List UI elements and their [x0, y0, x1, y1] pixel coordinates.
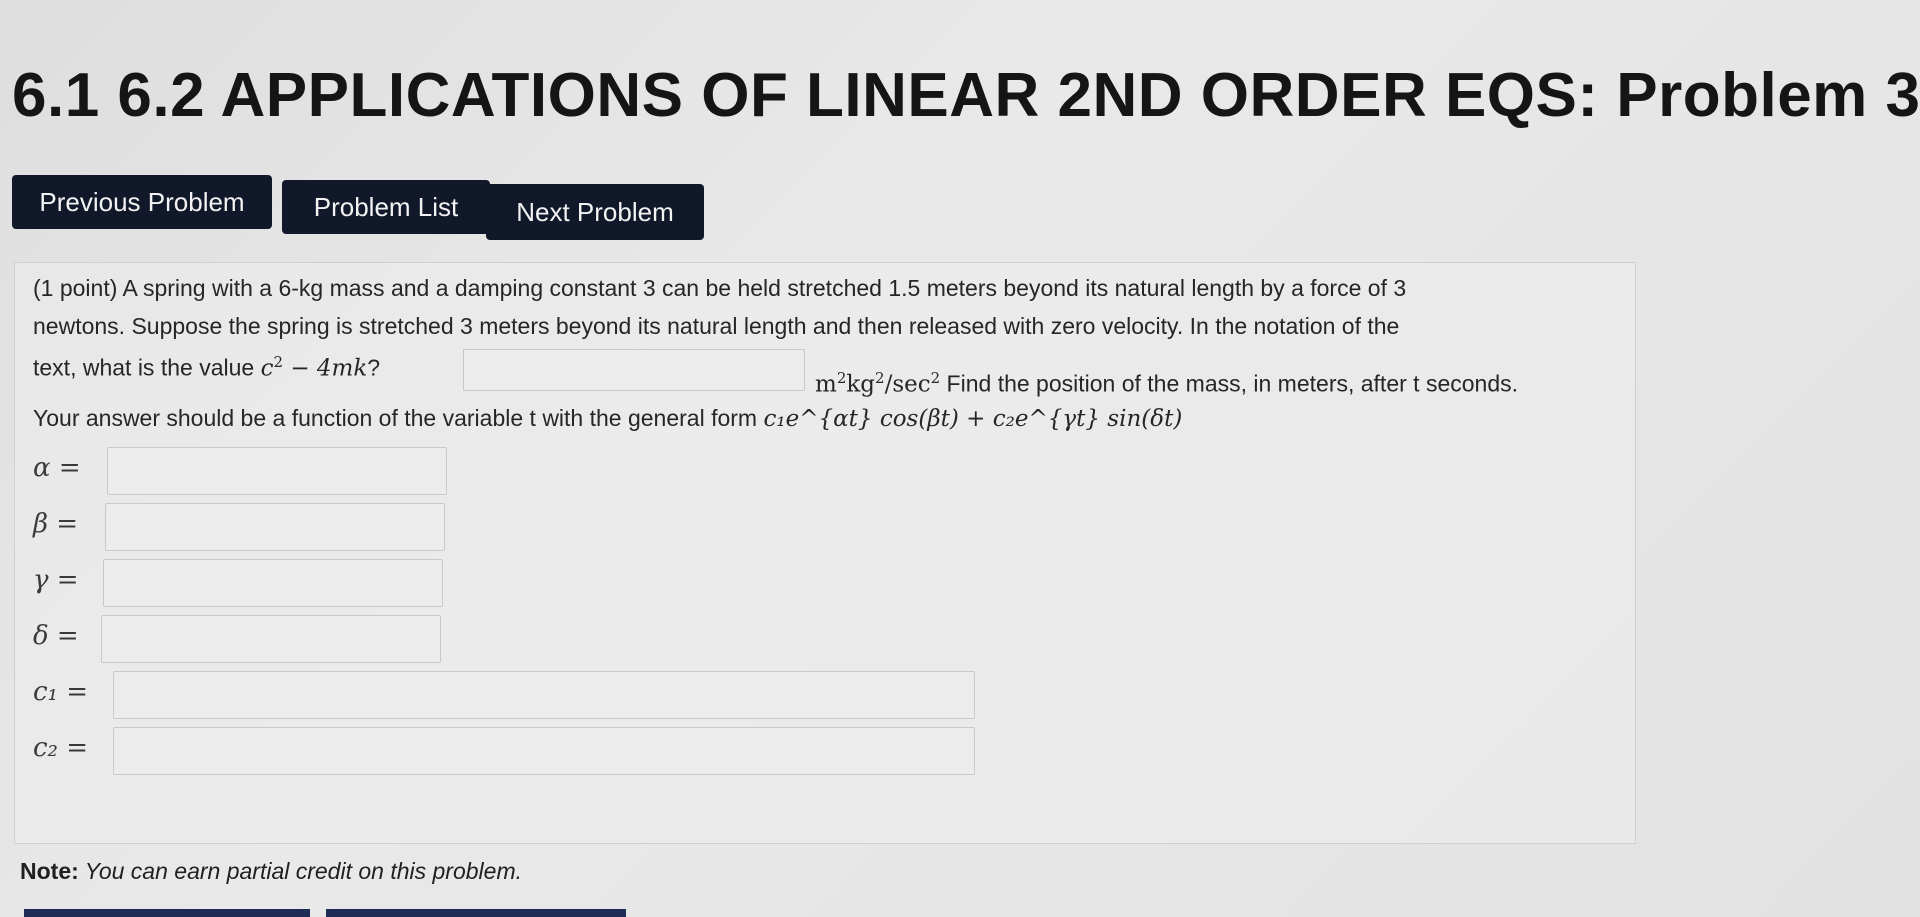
problem-body: (1 point) A spring with a 6-kg mass and …	[14, 262, 1636, 844]
gamma-row: γ =	[15, 555, 475, 609]
c1-input[interactable]	[113, 671, 975, 719]
alpha-label: α =	[33, 453, 81, 483]
expr-c: c	[260, 355, 274, 382]
alpha-input[interactable]	[107, 447, 447, 495]
units-sup1: 2	[836, 369, 847, 387]
page-title: 6.1 6.2 APPLICATIONS OF LINEAR 2ND ORDER…	[12, 61, 1920, 130]
units-sup3: 2	[930, 369, 941, 387]
expr-rest: − 4mk	[283, 355, 368, 382]
preview-button-edge[interactable]	[326, 909, 626, 917]
partial-credit-note: Note: You can earn partial credit on thi…	[20, 858, 522, 885]
units-m: m	[815, 371, 837, 398]
delta-input[interactable]	[101, 615, 441, 663]
c2-input[interactable]	[113, 727, 975, 775]
general-form-prefix: Your answer should be a function of the …	[33, 405, 764, 431]
c2-label: c₂ =	[33, 733, 89, 763]
previous-problem-button[interactable]: Previous Problem	[12, 175, 272, 229]
problem-line-2: newtons. Suppose the spring is stretched…	[33, 313, 1400, 339]
units-and-find: m2kg2/sec2 Find the position of the mass…	[815, 369, 1518, 398]
alpha-row: α =	[15, 443, 475, 497]
delta-row: δ =	[15, 611, 475, 665]
beta-label: β =	[33, 509, 79, 539]
question-mark: ?	[367, 354, 381, 381]
c1-row: c₁ =	[15, 667, 1015, 721]
submit-button-edge[interactable]	[24, 909, 310, 917]
c2-row: c₂ =	[15, 723, 1015, 777]
note-prefix: Note:	[20, 858, 79, 884]
general-form-expression: c₁e^{αt} cos(βt) + c₂e^{γt} sin(δt)	[763, 406, 1183, 432]
units-sec: /sec	[884, 371, 931, 398]
c1-label: c₁ =	[33, 677, 89, 707]
find-position-text: Find the position of the mass, in meters…	[940, 370, 1519, 397]
problem-line-4: Your answer should be a function of the …	[33, 405, 1182, 432]
delta-label: δ =	[33, 621, 79, 651]
beta-input[interactable]	[105, 503, 445, 551]
problem-line-3: text, what is the value c2 − 4mk?	[33, 353, 380, 382]
problem-line-1: (1 point) A spring with a 6-kg mass and …	[33, 275, 1407, 301]
question-prefix: text, what is the value	[33, 354, 261, 381]
page: 6.1 6.2 APPLICATIONS OF LINEAR 2ND ORDER…	[0, 0, 1920, 917]
gamma-input[interactable]	[103, 559, 443, 607]
gamma-label: γ =	[33, 565, 79, 595]
next-problem-button[interactable]: Next Problem	[486, 184, 704, 240]
note-text: You can earn partial credit on this prob…	[78, 858, 523, 884]
units-kg: kg	[846, 371, 876, 398]
expr-exp: 2	[273, 353, 284, 371]
value-answer-input[interactable]	[463, 349, 805, 391]
beta-row: β =	[15, 499, 475, 553]
problem-list-button[interactable]: Problem List	[282, 180, 490, 234]
units-sup2: 2	[875, 369, 885, 387]
